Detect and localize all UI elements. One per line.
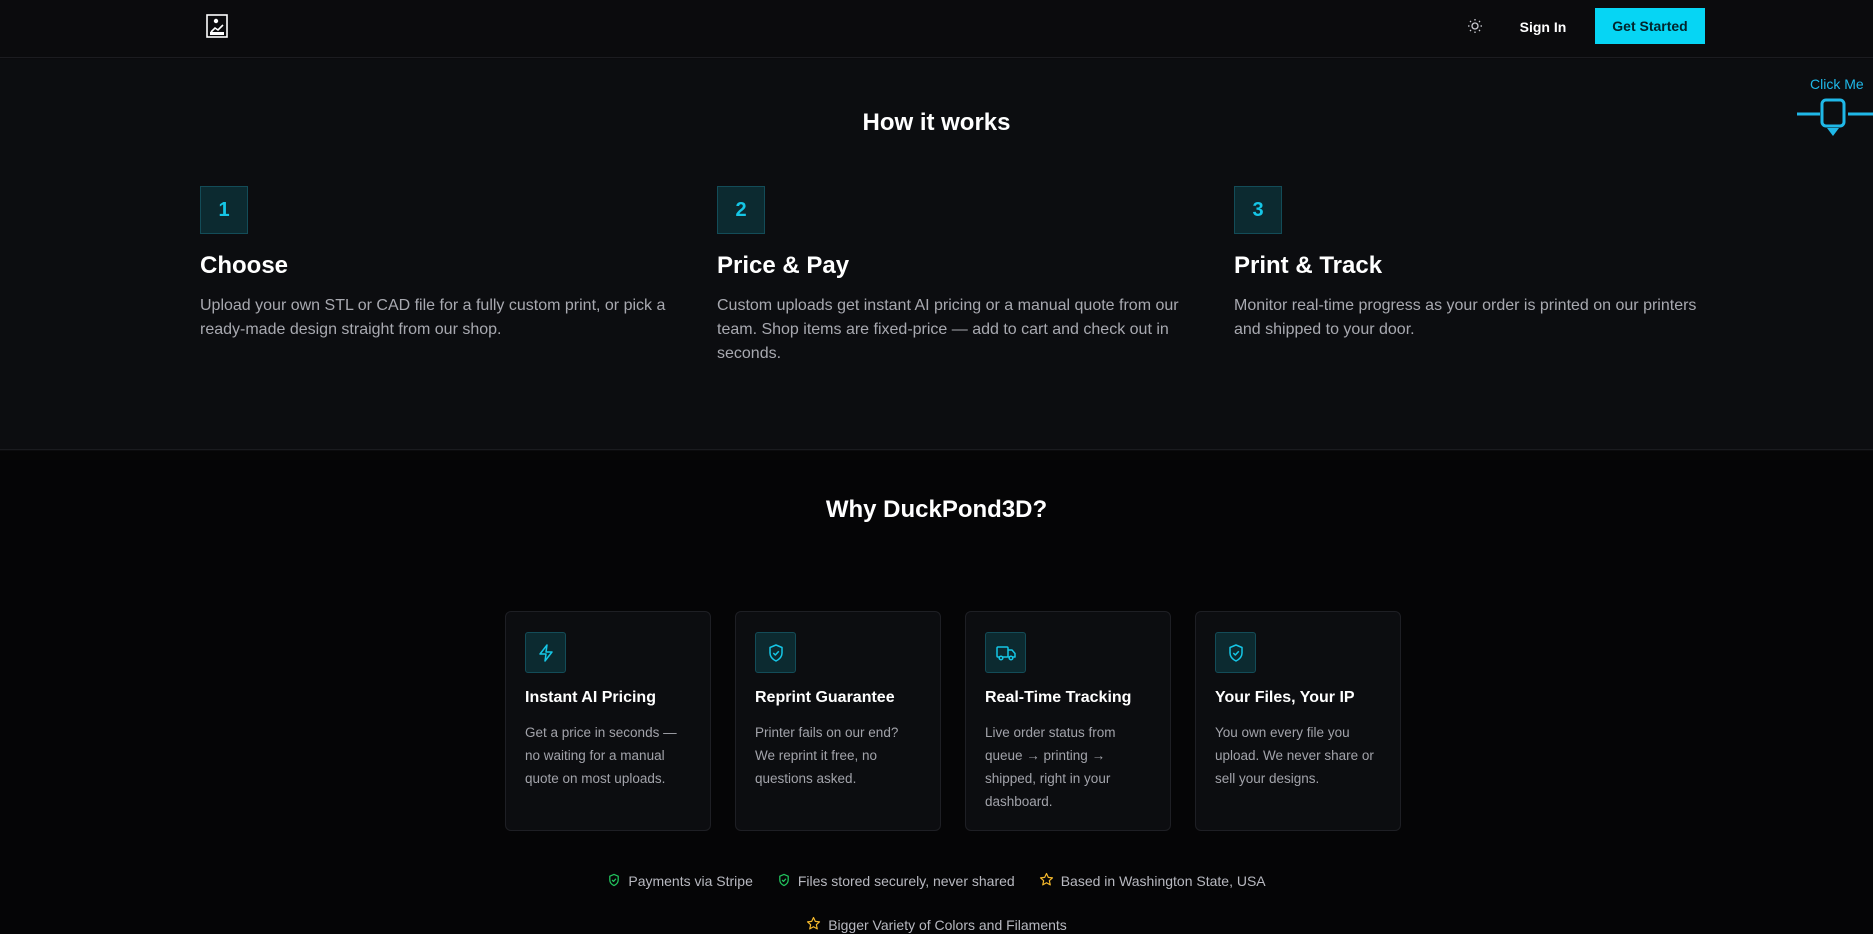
feature-title: Instant AI Pricing bbox=[525, 689, 656, 706]
step-description: Upload your own STL or CAD file for a fu… bbox=[200, 297, 666, 338]
trust-badge-label: Payments via Stripe bbox=[628, 873, 753, 889]
step-card: 1 Choose Upload your own STL or CAD file… bbox=[200, 186, 680, 342]
logo-icon[interactable] bbox=[206, 14, 228, 38]
step-title: Print & Track bbox=[1234, 252, 1383, 279]
trust-badge-label: Bigger Variety of Colors and Filaments bbox=[828, 917, 1067, 933]
step-description: Custom uploads get instant AI pricing or… bbox=[717, 297, 1179, 362]
feature-description: Printer fails on our end? We reprint it … bbox=[755, 725, 899, 786]
trust-badge-label: Files stored securely, never shared bbox=[797, 873, 1015, 889]
step-title: Choose bbox=[200, 252, 289, 279]
trust-badge-label: Based in Washington State, USA bbox=[1060, 873, 1266, 889]
star-icon bbox=[1039, 872, 1054, 890]
feature-description: You own every file you upload. We never … bbox=[1215, 725, 1374, 786]
feature-card: Reprint Guarantee Printer fails on our e… bbox=[735, 611, 941, 831]
shield-check-icon bbox=[607, 873, 621, 890]
step-number: 2 bbox=[717, 186, 765, 234]
feature-title: Your Files, Your IP bbox=[1215, 689, 1355, 706]
trust-badge: Based in Washington State, USA bbox=[1039, 872, 1266, 890]
trust-badges-second-row: Bigger Variety of Colors and Filaments bbox=[0, 916, 1873, 934]
get-started-button[interactable]: Get Started bbox=[1595, 8, 1705, 44]
why-section: Why DuckPond3D? Instant AI Pricing Get a… bbox=[0, 451, 1873, 934]
star-icon bbox=[806, 916, 821, 934]
how-it-works-section: How it works 1 Choose Upload your own ST… bbox=[0, 59, 1873, 450]
step-number: 1 bbox=[200, 186, 248, 234]
trust-badge: Payments via Stripe bbox=[607, 872, 753, 890]
feature-title: Real-Time Tracking bbox=[985, 689, 1132, 706]
lightning-icon bbox=[525, 632, 566, 673]
shield-check-icon bbox=[777, 873, 791, 890]
step-title: Price & Pay bbox=[717, 252, 850, 279]
step-number: 3 bbox=[1234, 186, 1282, 234]
sign-in-button[interactable]: Sign In bbox=[1508, 10, 1578, 44]
trust-badges: Payments via Stripe Files stored securel… bbox=[0, 872, 1873, 890]
step-card: 2 Price & Pay Custom uploads get instant… bbox=[717, 186, 1197, 366]
feature-card: Your Files, Your IP You own every file y… bbox=[1195, 611, 1401, 831]
trust-badge: Bigger Variety of Colors and Filaments bbox=[806, 916, 1067, 934]
click-me-widget[interactable] bbox=[1795, 96, 1873, 140]
how-it-works-title: How it works bbox=[862, 109, 1011, 136]
step-card: 3 Print & Track Monitor real-time progre… bbox=[1234, 186, 1714, 342]
why-title: Why DuckPond3D? bbox=[825, 496, 1048, 523]
feature-card: Instant AI Pricing Get a price in second… bbox=[505, 611, 711, 831]
click-me-label[interactable]: Click Me bbox=[1810, 76, 1864, 92]
sun-icon[interactable] bbox=[1465, 16, 1485, 36]
shield-check-icon bbox=[1215, 632, 1256, 673]
trust-badge: Files stored securely, never shared bbox=[777, 872, 1015, 890]
feature-description: Get a price in seconds — no waiting for … bbox=[525, 725, 677, 786]
feature-description: Live order status from queue → printing … bbox=[985, 725, 1116, 809]
feature-title: Reprint Guarantee bbox=[755, 689, 895, 706]
feature-card: Real-Time Tracking Live order status fro… bbox=[965, 611, 1171, 831]
top-nav: Sign In Get Started bbox=[0, 0, 1873, 58]
shield-check-icon bbox=[755, 632, 796, 673]
step-description: Monitor real-time progress as your order… bbox=[1234, 297, 1697, 338]
truck-icon bbox=[985, 632, 1026, 673]
